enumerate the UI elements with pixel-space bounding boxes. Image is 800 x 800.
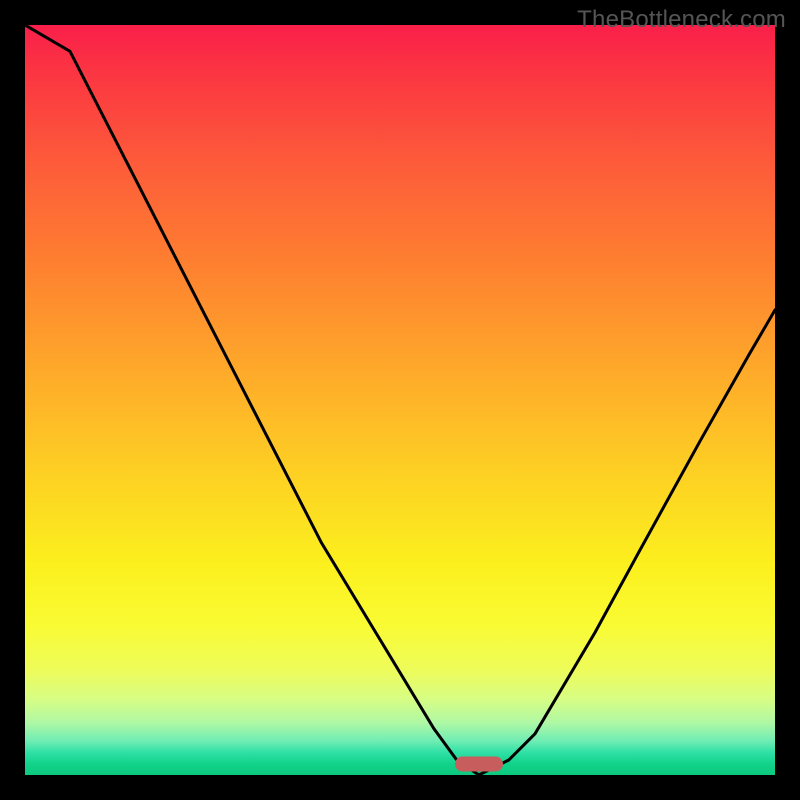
curve-path: [25, 25, 775, 775]
watermark-text: TheBottleneck.com: [577, 6, 786, 34]
plot-area: [25, 25, 775, 775]
bottleneck-curve: [25, 25, 775, 775]
chart-frame: TheBottleneck.com: [0, 0, 800, 800]
optimum-marker: [455, 756, 503, 771]
